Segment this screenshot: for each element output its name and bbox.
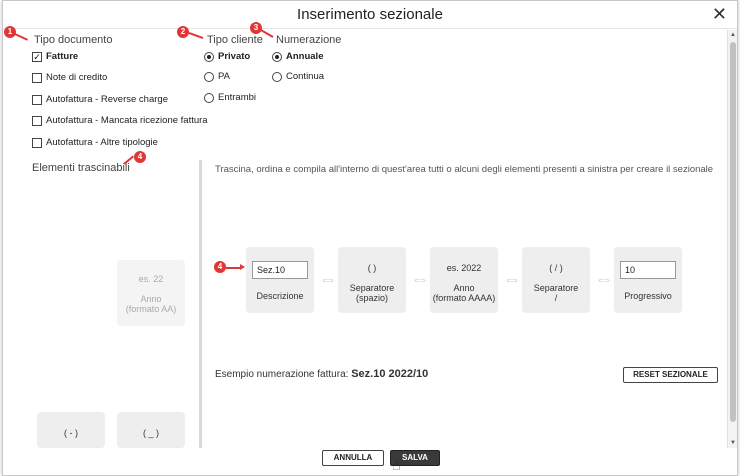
option-label: Entrambi xyxy=(218,92,257,103)
tile-top-text: ( _ ) xyxy=(142,428,159,438)
checkbox-icon xyxy=(32,137,42,148)
tile-sublabel: (spazio) xyxy=(355,293,388,303)
drop-area-instructions: Trascina, ordina e compila all'interno d… xyxy=(215,164,714,175)
drop-tile-anno-aaaa[interactable]: es. 2022 Anno (formato AAAA) xyxy=(430,247,498,313)
radio-entrambi[interactable]: Entrambi xyxy=(204,92,256,103)
tile-top-text: es. 22 xyxy=(138,274,164,284)
annulla-button[interactable]: ANNULLA xyxy=(322,450,384,466)
vertical-scrollbar[interactable]: ▲ ▼ xyxy=(727,30,737,448)
drag-connector-icon: ⟺ xyxy=(414,276,426,285)
tile-sublabel: (formato AAAA) xyxy=(432,293,496,303)
tipo-cliente-label: Tipo cliente xyxy=(207,34,263,46)
insert-sezionale-dialog: Inserimento sezionale ✕ ▲ ▼ xyxy=(2,0,738,476)
option-label: Note di credito xyxy=(46,72,108,83)
checkbox-note-di-credito[interactable]: Note di credito xyxy=(32,72,107,83)
hand-cursor-icon: ☝ xyxy=(392,457,401,473)
annotation-badge-4: 4 xyxy=(134,151,146,163)
radio-selected-icon xyxy=(204,51,214,62)
annotation-badge-3: 3 xyxy=(250,22,262,34)
annotation-badge-2: 2 xyxy=(177,26,189,38)
radio-pa[interactable]: PA xyxy=(204,71,230,82)
tile-label: Descrizione xyxy=(256,291,304,301)
tile-top-text: ( ) xyxy=(367,263,377,273)
tile-top-text: es. 2022 xyxy=(446,263,482,273)
drop-tile-separatore-slash[interactable]: ( / ) Separatore / xyxy=(522,247,590,313)
draggable-tile-anno-aa[interactable]: es. 22 Anno (formato AA) xyxy=(117,260,185,326)
scroll-down-icon[interactable]: ▼ xyxy=(729,438,737,448)
progressivo-input[interactable]: 10 xyxy=(620,261,676,279)
option-label: Fatture xyxy=(46,51,79,62)
scroll-thumb[interactable] xyxy=(730,42,736,422)
tile-sublabel: (formato AA) xyxy=(125,304,177,314)
checkbox-icon xyxy=(32,115,42,126)
tile-label: Anno xyxy=(140,294,162,304)
elementi-trascinabili-label: Elementi trascinabili xyxy=(32,162,130,174)
tile-label: Separatore xyxy=(349,283,395,293)
example-numbering: Esempio numerazione fattura: Sez.10 2022… xyxy=(215,368,428,380)
dialog-titlebar: Inserimento sezionale ✕ xyxy=(3,1,737,29)
checkbox-checked-icon: ✓ xyxy=(32,51,42,62)
reset-sezionale-button[interactable]: RESET SEZIONALE xyxy=(623,367,718,383)
numerazione-label: Numerazione xyxy=(276,34,342,46)
option-label: Continua xyxy=(286,71,325,82)
option-label: Autofattura - Mancata ricezione fattura xyxy=(46,115,208,126)
option-label: Privato xyxy=(218,51,251,62)
draggable-tile-separatore-underscore[interactable]: ( _ ) xyxy=(117,412,185,448)
tile-top-text: ( / ) xyxy=(549,263,563,273)
radio-icon xyxy=(272,71,282,82)
drop-tile-separatore-spazio[interactable]: ( ) Separatore (spazio) xyxy=(338,247,406,313)
tipo-documento-label: Tipo documento xyxy=(34,34,113,46)
example-label: Esempio numerazione fattura: xyxy=(215,369,349,380)
close-icon[interactable]: ✕ xyxy=(712,5,727,23)
checkbox-reverse-charge[interactable]: Autofattura - Reverse charge xyxy=(32,94,168,105)
checkbox-mancata-ricezione[interactable]: Autofattura - Mancata ricezione fattura xyxy=(32,115,208,126)
drag-connector-icon: ⟺ xyxy=(506,276,518,285)
scroll-up-icon[interactable]: ▲ xyxy=(729,30,737,40)
tile-label: Anno xyxy=(453,283,475,293)
radio-annuale[interactable]: Annuale xyxy=(272,51,323,62)
example-value: Sez.10 2022/10 xyxy=(351,368,429,380)
dialog-title: Inserimento sezionale xyxy=(297,6,443,23)
drop-tile-progressivo[interactable]: 10 Progressivo xyxy=(614,247,682,313)
radio-privato[interactable]: Privato xyxy=(204,51,250,62)
checkbox-icon xyxy=(32,94,42,105)
tile-top-text: ( - ) xyxy=(64,428,78,438)
checkbox-fatture[interactable]: ✓ Fatture xyxy=(32,51,78,62)
drag-connector-icon: ⟺ xyxy=(598,276,610,285)
annotation-badge-4-drop: 4 xyxy=(214,261,226,273)
annotation-badge-1: 1 xyxy=(4,26,16,38)
drop-tile-descrizione[interactable]: Sez.10 Descrizione xyxy=(246,247,314,313)
option-label: Autofattura - Reverse charge xyxy=(46,94,168,105)
tile-sublabel: / xyxy=(554,293,558,303)
option-label: PA xyxy=(218,71,230,82)
checkbox-icon xyxy=(32,72,42,83)
option-label: Autofattura - Altre tipologie xyxy=(46,137,158,148)
descrizione-input[interactable]: Sez.10 xyxy=(252,261,308,279)
radio-icon xyxy=(204,71,214,82)
drag-connector-icon: ⟺ xyxy=(322,276,334,285)
checkbox-altre-tipologie[interactable]: Autofattura - Altre tipologie xyxy=(32,137,158,148)
annotation-arrow-head xyxy=(240,264,245,270)
panel-divider xyxy=(199,160,202,448)
tile-label: Separatore xyxy=(533,283,579,293)
option-label: Annuale xyxy=(286,51,324,62)
draggable-tile-separatore-trattino[interactable]: ( - ) xyxy=(37,412,105,448)
radio-selected-icon xyxy=(272,51,282,62)
radio-continua[interactable]: Continua xyxy=(272,71,324,82)
tile-label: Progressivo xyxy=(624,291,672,301)
radio-icon xyxy=(204,92,214,103)
